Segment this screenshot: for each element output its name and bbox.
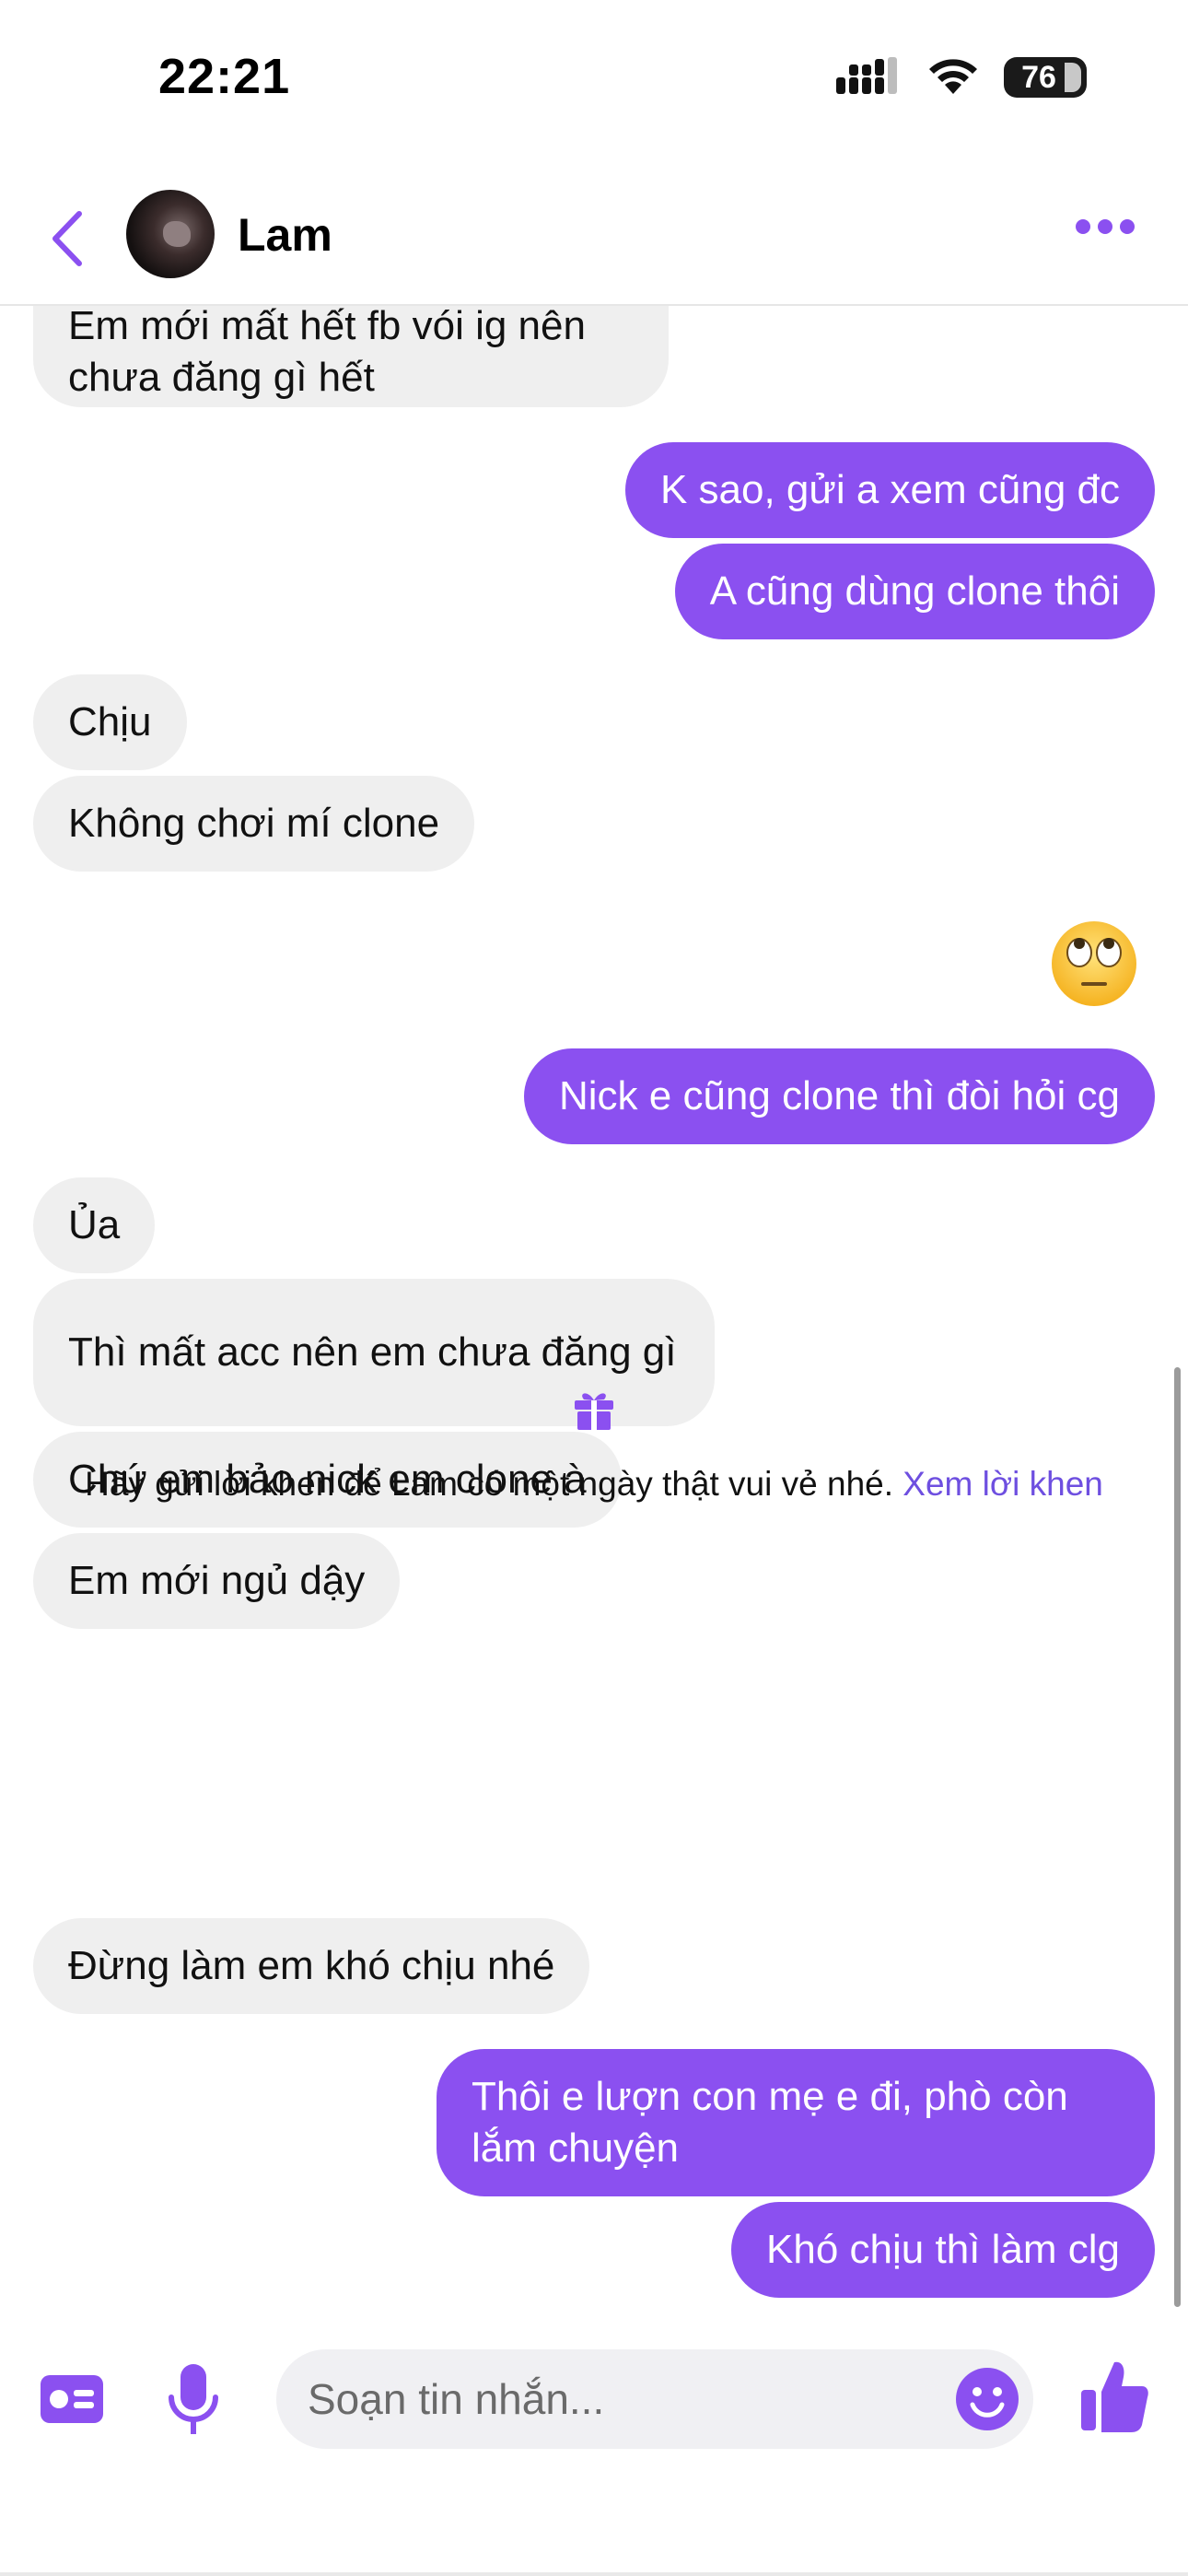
- status-icons: 76: [836, 57, 1087, 98]
- message-bubble[interactable]: Chịu: [33, 674, 187, 770]
- message-text: Khó chịu thì làm clg: [766, 2227, 1120, 2272]
- message-text: Ủa: [68, 1202, 121, 1247]
- message-input-pill: [276, 2349, 1033, 2449]
- composer-bar: [0, 2322, 1188, 2576]
- message-bubble[interactable]: Khó chịu thì làm clg: [731, 2202, 1155, 2298]
- message-text: Đừng làm em khó chịu nhé: [68, 1943, 555, 1988]
- message-bubble[interactable]: Nick e cũng clone thì đòi hỏi cg: [523, 1048, 1155, 1144]
- emoji-picker-icon[interactable]: [954, 2366, 1020, 2432]
- chat-header: Lam: [0, 166, 1188, 306]
- message-text: K sao, gửi a xem cũng đc: [659, 467, 1120, 512]
- more-options-icon[interactable]: [1076, 219, 1135, 234]
- message-text: Em mới ngủ dậy: [68, 1558, 366, 1603]
- message-bubble[interactable]: Đừng làm em khó chịu nhé: [33, 1918, 590, 2014]
- battery-level: 76: [1021, 59, 1056, 95]
- message-text: Chịu: [68, 699, 152, 744]
- message-text: Nick e cũng clone thì đòi hỏi cg: [558, 1073, 1120, 1118]
- microphone-icon[interactable]: [164, 2362, 223, 2440]
- gift-icon: [575, 1393, 613, 1430]
- back-chevron-icon[interactable]: [44, 206, 90, 271]
- wifi-icon: [929, 59, 977, 94]
- compliment-notice: Hãy gửi lời khen để Lam có một ngày thật…: [74, 1463, 1114, 1505]
- rolling-eyes-emoji-icon[interactable]: [1050, 919, 1138, 1008]
- scrollbar[interactable]: [1174, 1367, 1181, 2307]
- message-bubble[interactable]: K sao, gửi a xem cũng đc: [624, 442, 1155, 538]
- status-bar: 22:21 76: [0, 0, 1188, 166]
- home-indicator: [0, 2572, 1188, 2576]
- view-compliment-link[interactable]: Xem lời khen: [903, 1465, 1103, 1503]
- message-bubble[interactable]: Thôi e lượn con mẹ e đi, phò còn lắm chu…: [437, 2049, 1155, 2196]
- contact-name[interactable]: Lam: [238, 208, 332, 262]
- battery-indicator: 76: [1004, 57, 1087, 98]
- contact-card-icon[interactable]: [39, 2371, 105, 2427]
- message-input[interactable]: [308, 2349, 915, 2449]
- message-text: Không chơi mí clone: [68, 801, 440, 846]
- status-time: 22:21: [158, 49, 291, 104]
- contact-avatar[interactable]: [126, 190, 215, 278]
- message-bubble[interactable]: Em mới ngủ dậy: [33, 1533, 401, 1629]
- message-text: Em mới mất hết fb vói ig nên chưa đăng g…: [68, 306, 586, 400]
- compliment-notice-text: Hãy gửi lời khen để Lam có một ngày thật…: [85, 1465, 894, 1503]
- message-bubble[interactable]: A cũng dùng clone thôi: [674, 544, 1155, 639]
- thumbs-up-icon[interactable]: [1077, 2357, 1151, 2436]
- message-bubble[interactable]: Ủa: [33, 1177, 156, 1273]
- message-bubble[interactable]: Không chơi mí clone: [33, 776, 475, 872]
- message-bubble[interactable]: Em mới mất hết fb vói ig nên chưa đăng g…: [33, 306, 669, 407]
- cellular-signal-icon: [836, 57, 897, 94]
- message-text: Thôi e lượn con mẹ e đi, phò còn lắm chu…: [472, 2074, 1068, 2171]
- message-text: Thì mất acc nên em chưa đăng gì: [68, 1329, 677, 1375]
- message-text: A cũng dùng clone thôi: [709, 568, 1120, 614]
